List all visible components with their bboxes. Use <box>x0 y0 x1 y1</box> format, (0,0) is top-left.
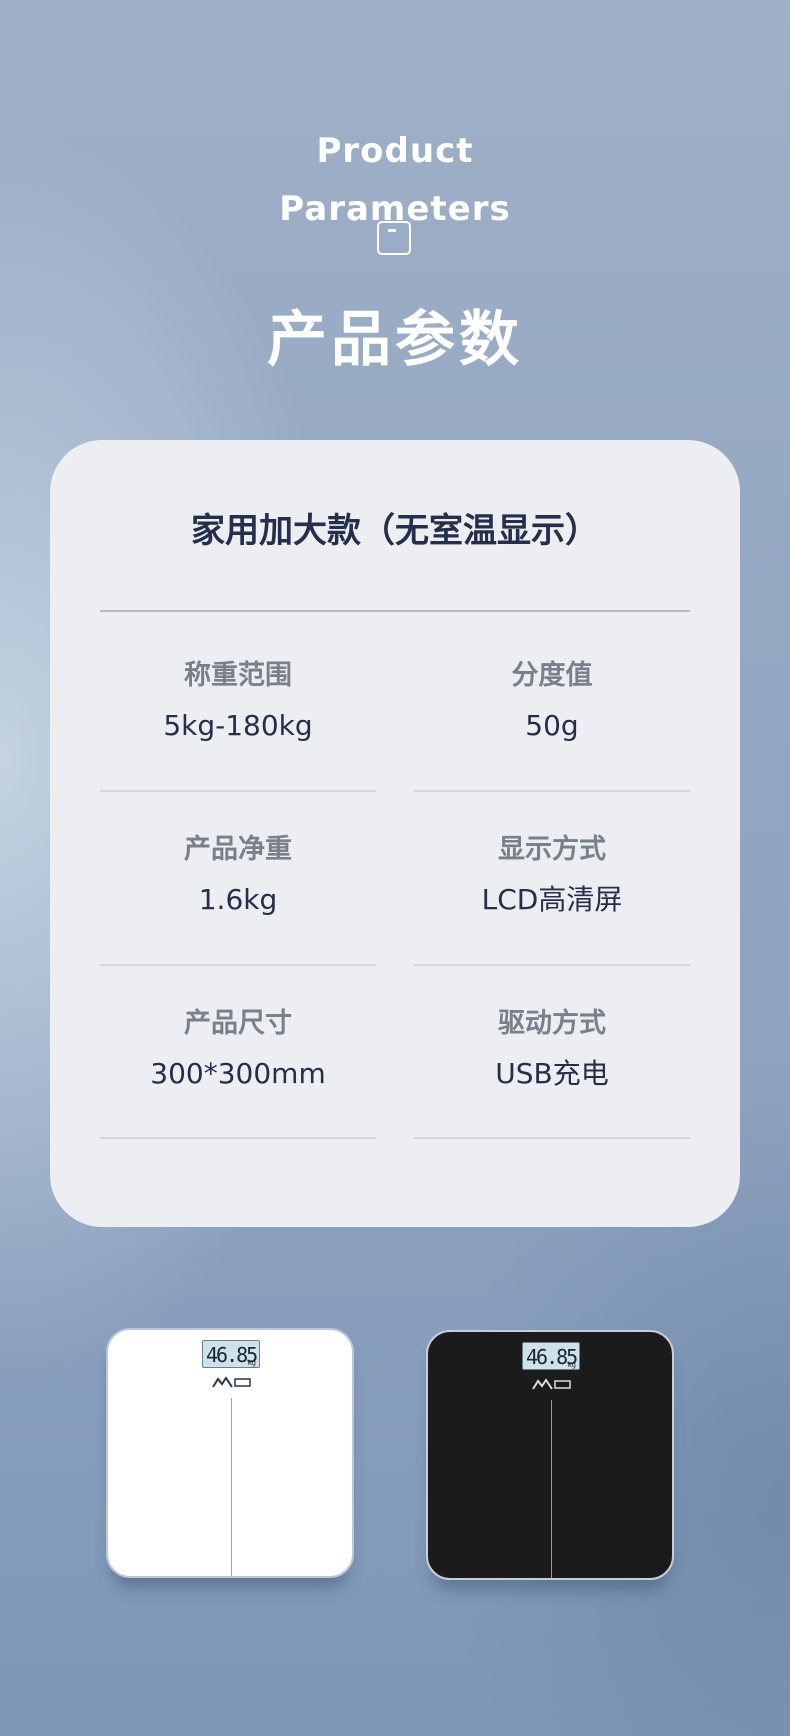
spec-value: 50g <box>525 709 579 742</box>
spec-label: 显示方式 <box>498 834 606 865</box>
card-title: 家用加大款（无室温显示） <box>191 511 599 551</box>
row-divider <box>414 1137 690 1139</box>
spec-value: 300*300mm <box>150 1057 326 1090</box>
spec-label: 产品尺寸 <box>184 1008 292 1039</box>
row-divider <box>414 964 690 966</box>
spec-division: 分度值 50g <box>414 656 690 746</box>
row-divider <box>414 790 690 792</box>
center-line <box>231 1398 232 1576</box>
center-line <box>551 1400 552 1578</box>
mountain-logo-icon <box>532 1378 571 1390</box>
spec-label: 驱动方式 <box>498 1008 606 1039</box>
spec-net-weight: 产品净重 1.6kg <box>100 830 376 920</box>
row-divider <box>100 1137 376 1139</box>
row-divider <box>100 964 376 966</box>
hero-title-line1: Product <box>316 131 474 171</box>
spec-card: 家用加大款（无室温显示） 称重范围 5kg-180kg 分度值 50g 产品净重… <box>50 440 740 1227</box>
mountain-logo-icon <box>212 1376 251 1388</box>
spec-power: 驱动方式 USB充电 <box>414 1004 690 1094</box>
lcd-unit: kg <box>247 1359 256 1367</box>
spec-label: 称重范围 <box>184 660 292 691</box>
square-frame-icon <box>377 221 411 255</box>
lcd-display: 46.85 kg <box>522 1342 580 1370</box>
spec-value: 1.6kg <box>198 883 278 916</box>
spec-weighing-range: 称重范围 5kg-180kg <box>100 656 376 746</box>
scale-white: 46.85 kg <box>106 1328 354 1578</box>
spec-value: USB充电 <box>495 1057 609 1090</box>
lcd-unit: kg <box>567 1361 576 1369</box>
spec-display: 显示方式 LCD高清屏 <box>414 830 690 920</box>
spec-value: 5kg-180kg <box>163 709 313 742</box>
lcd-display: 46.85 kg <box>202 1340 260 1368</box>
spec-value: LCD高清屏 <box>481 883 623 916</box>
spec-label: 产品净重 <box>184 834 292 865</box>
spec-size: 产品尺寸 300*300mm <box>100 1004 376 1094</box>
scale-black: 46.85 kg <box>426 1330 674 1580</box>
row-divider <box>100 790 376 792</box>
card-divider <box>100 610 690 612</box>
spec-label: 分度值 <box>511 660 593 691</box>
hero-title-cn: 产品参数 <box>267 305 523 375</box>
